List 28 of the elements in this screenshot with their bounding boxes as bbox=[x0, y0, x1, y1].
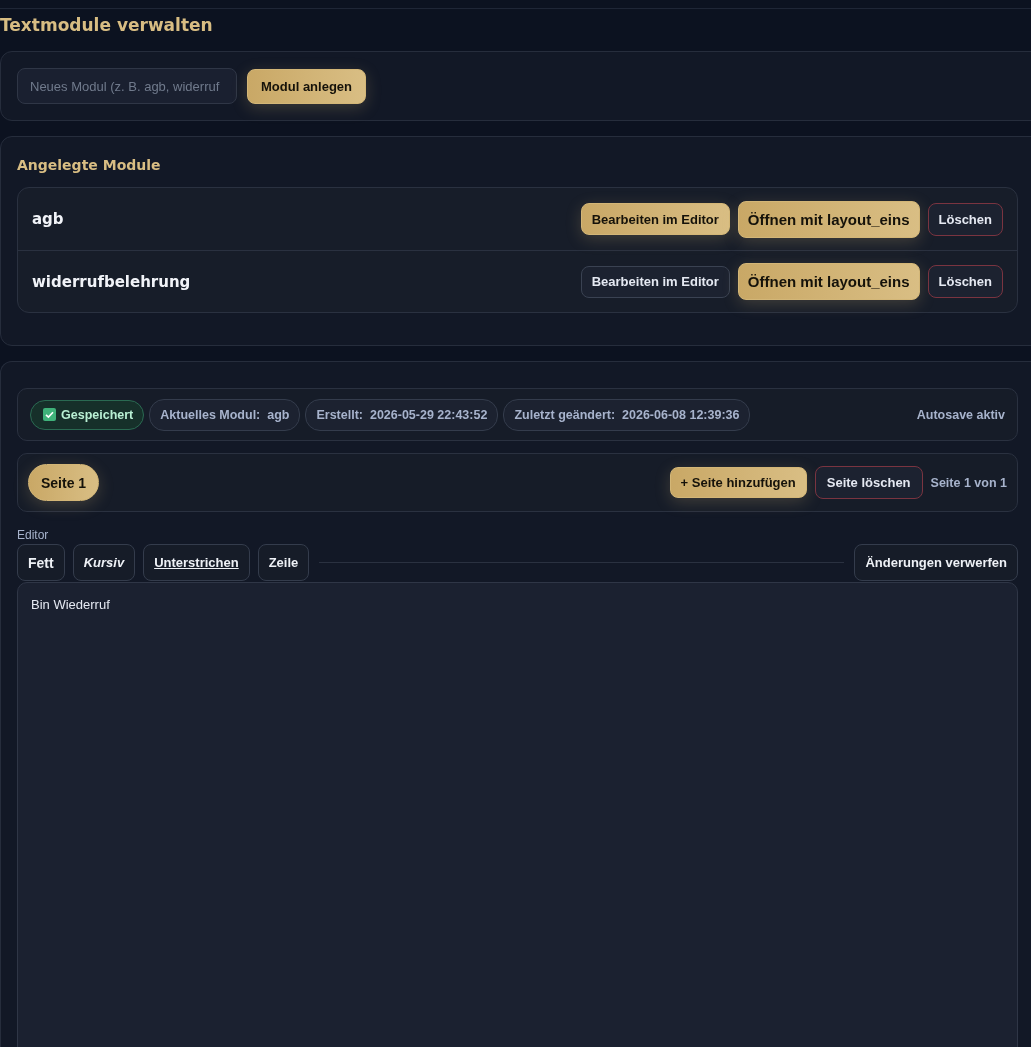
new-module-input[interactable]: Neues Modul (z. B. agb, widerruf bbox=[17, 68, 237, 104]
module-name: widerrufbelehrung bbox=[32, 272, 192, 291]
editor-label: Editor bbox=[17, 528, 49, 542]
page-title: Textmodule verwalten bbox=[0, 15, 214, 35]
page-tab[interactable]: Seite 1 bbox=[28, 464, 100, 501]
italic-button[interactable]: Kursiv bbox=[72, 544, 136, 581]
edit-in-editor-button[interactable]: Bearbeiten im Editor bbox=[580, 203, 730, 235]
edit-in-editor-button[interactable]: Bearbeiten im Editor bbox=[580, 265, 730, 298]
section-title: Angelegte Module bbox=[17, 157, 162, 173]
open-with-layout-button[interactable]: Öffnen mit layout_eins bbox=[737, 263, 920, 300]
underline-button[interactable]: Unterstrichen bbox=[143, 544, 250, 581]
add-page-button[interactable]: + Seite hinzufügen bbox=[669, 467, 807, 498]
discard-changes-button[interactable]: Änderungen verwerfen bbox=[854, 544, 1018, 581]
text-editor[interactable]: Bin Wiederruf bbox=[17, 582, 1018, 1047]
info-chip: Erstellt: 2026-05-29 22:43:52 bbox=[305, 398, 499, 431]
autosave-status: Autosave aktiv bbox=[916, 407, 1005, 422]
line-button[interactable]: Zeile bbox=[257, 544, 310, 581]
delete-page-button[interactable]: Seite löschen bbox=[814, 466, 923, 499]
info-chip: Zuletzt geändert: 2026-06-08 12:39:36 bbox=[503, 398, 751, 431]
delete-button[interactable]: Löschen bbox=[927, 202, 1003, 236]
delete-button[interactable]: Löschen bbox=[927, 265, 1003, 298]
module-name: agb bbox=[32, 210, 65, 228]
saved-label: Gespeichert bbox=[61, 407, 134, 422]
info-chip: Aktuelles Modul: agb bbox=[149, 398, 301, 431]
bold-button[interactable]: Fett bbox=[17, 544, 65, 581]
open-with-layout-button[interactable]: Öffnen mit layout_eins bbox=[737, 200, 920, 238]
page-counter: Seite 1 von 1 bbox=[930, 475, 1007, 490]
create-module-button[interactable]: Modul anlegen bbox=[247, 68, 366, 104]
